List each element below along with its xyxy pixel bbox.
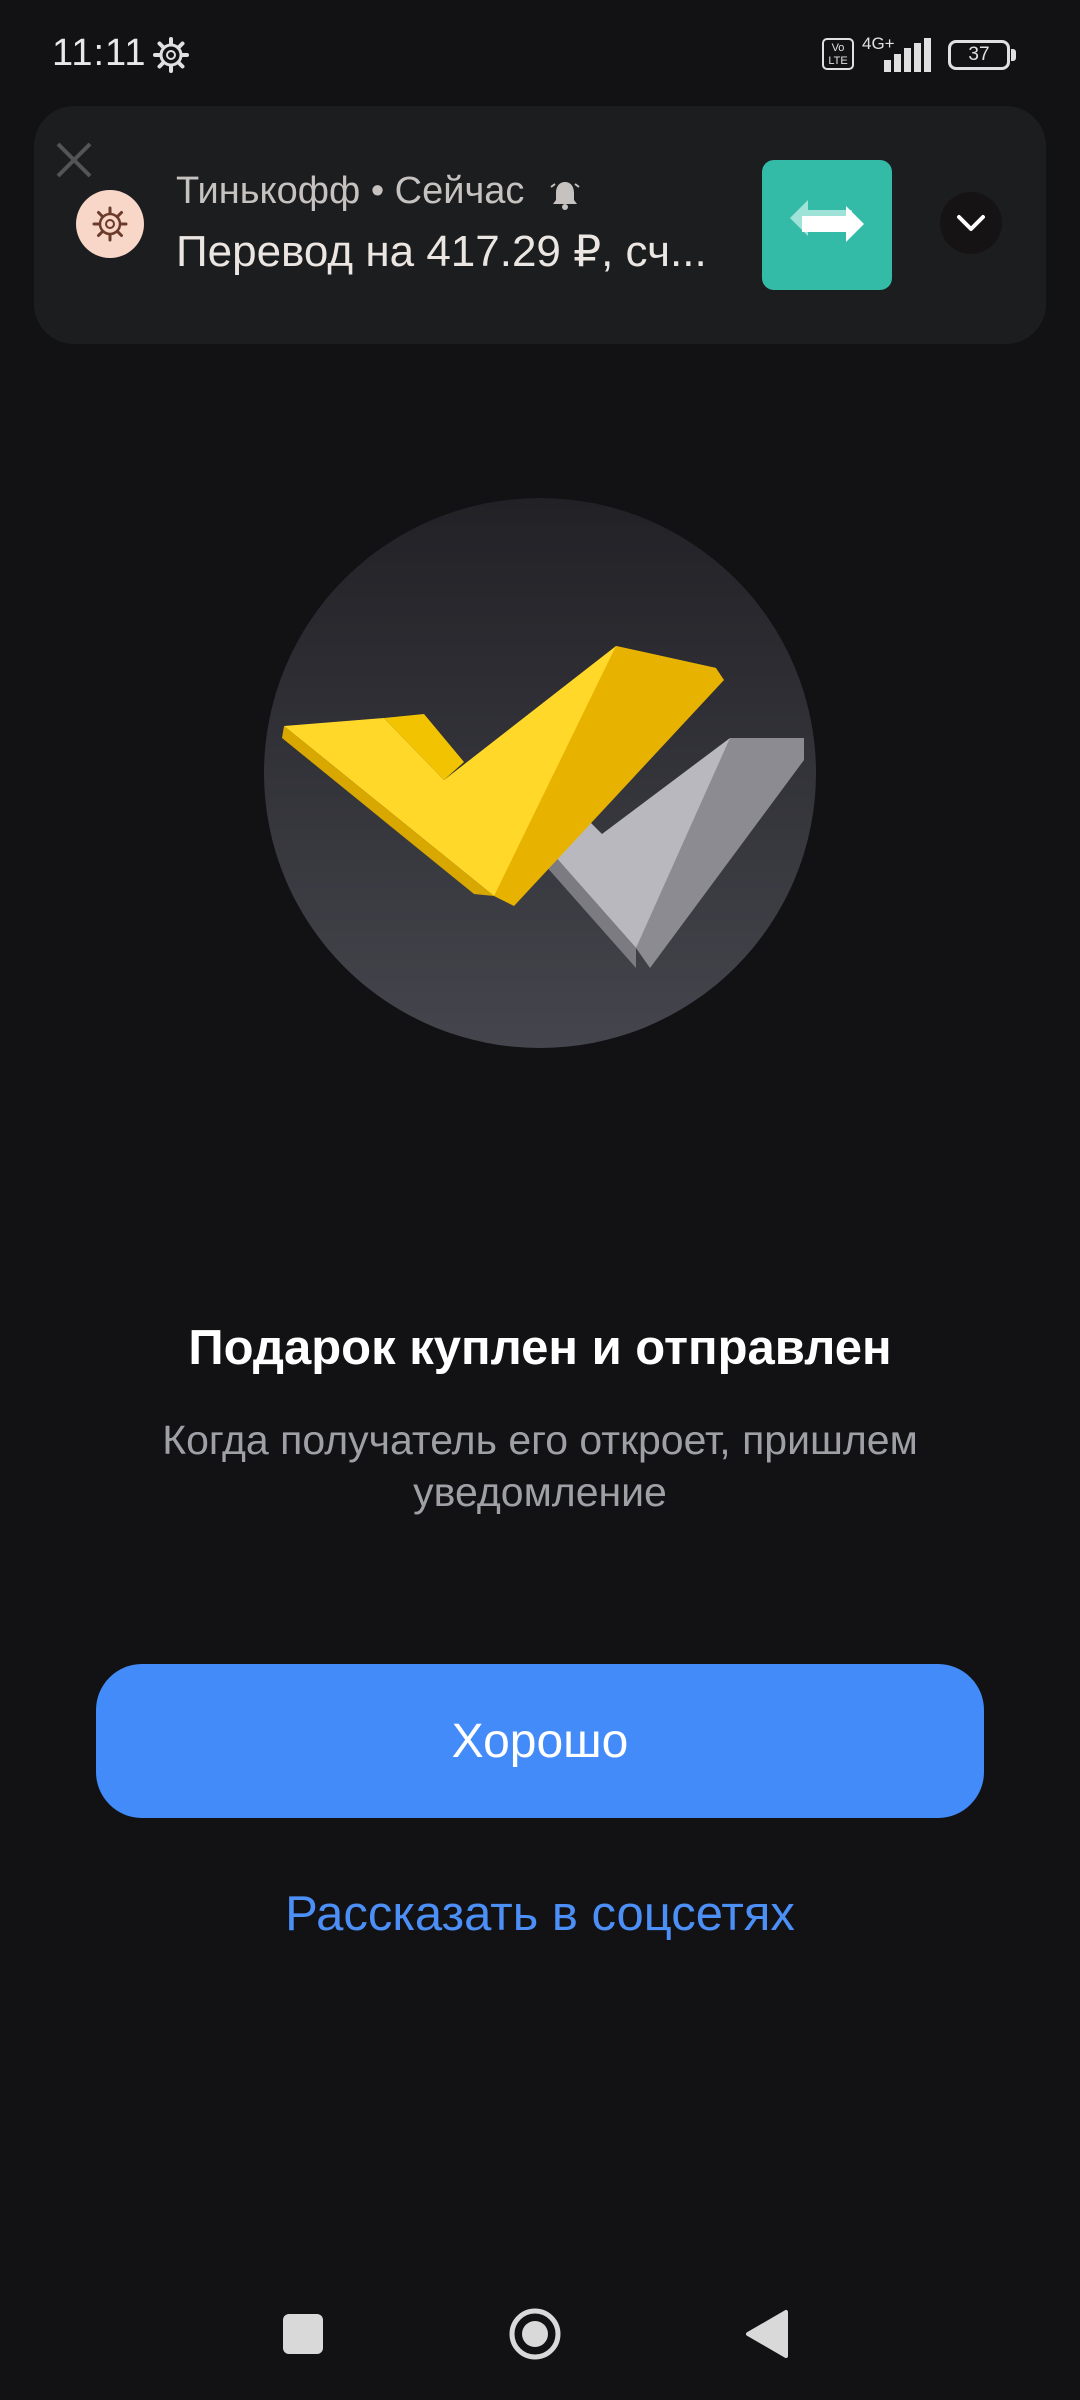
back-icon[interactable] <box>744 2308 790 2360</box>
transfer-icon <box>790 200 864 242</box>
app-icon <box>76 190 144 258</box>
page-title: Подарок куплен и отправлен <box>188 1321 892 1375</box>
notification-text: Перевод на 417.29 ₽, сч... <box>176 227 707 276</box>
gear-icon <box>153 37 189 73</box>
page-subtitle: Когда получатель его откроет, пришлем ув… <box>162 1417 918 1515</box>
notification-app-line: Тинькофф • Сейчас <box>176 170 525 212</box>
notification-banner[interactable] <box>34 106 1046 344</box>
expand-button[interactable] <box>940 192 1002 254</box>
volte-indicator: Vo LTE <box>822 38 854 70</box>
ok-button[interactable]: Хорошо <box>96 1664 984 1818</box>
home-icon[interactable] <box>507 2306 563 2362</box>
recents-icon[interactable] <box>283 2314 323 2354</box>
double-checkmark-icon <box>282 646 804 968</box>
battery-icon: 37 <box>948 40 1010 70</box>
battery-tip <box>1011 49 1016 61</box>
success-illustration <box>264 498 816 1048</box>
notification-thumbnail <box>762 160 892 290</box>
chevron-down-icon <box>957 215 985 231</box>
status-bar: 11:11 Vo LTE 4G+ 37 <box>0 0 1080 110</box>
signal-icon <box>884 38 931 72</box>
close-icon[interactable] <box>52 138 96 182</box>
bell-icon <box>550 182 580 210</box>
share-social-link[interactable]: Рассказать в соцсетях <box>0 1886 1080 1942</box>
status-time: 11:11 <box>52 32 147 74</box>
